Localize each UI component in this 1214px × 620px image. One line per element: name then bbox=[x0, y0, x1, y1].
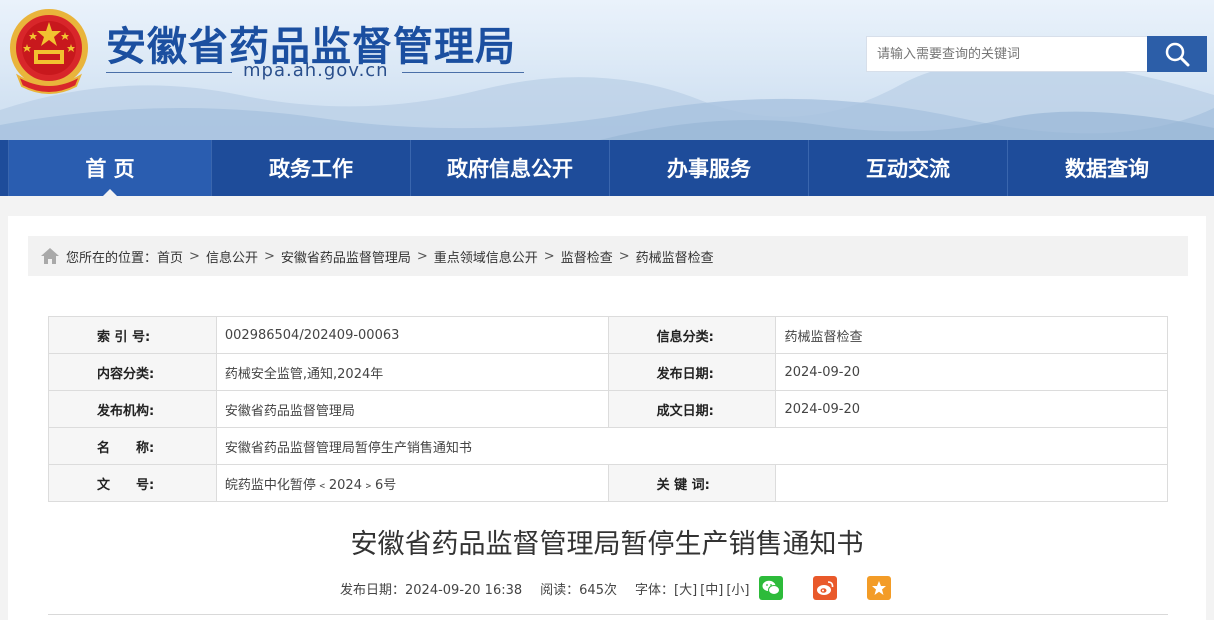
nav-services-label: 办事服务 bbox=[667, 157, 751, 181]
content-category-value: 药械安全监管,通知,2024年 bbox=[215, 353, 609, 391]
breadcrumb-item-home[interactable]: 首页 bbox=[157, 247, 183, 266]
nav-interaction-label: 互动交流 bbox=[866, 157, 950, 181]
breadcrumb-separator: > bbox=[543, 248, 555, 264]
made-date-label: 成文日期: bbox=[607, 390, 777, 428]
article-publish-date: 发布日期：2024-09-20 16:38 bbox=[340, 582, 523, 598]
breadcrumb-item-bureau[interactable]: 安徽省药品监督管理局 bbox=[281, 247, 411, 266]
breadcrumb-item-inspection[interactable]: 监督检查 bbox=[561, 247, 613, 266]
nav-data-query[interactable]: 数据查询 bbox=[1007, 140, 1206, 196]
index-label: 索 引 号: bbox=[48, 316, 217, 354]
domain-line-left bbox=[106, 72, 232, 73]
star-icon bbox=[872, 581, 887, 595]
main-nav: 首 页 政务工作 政府信息公开 办事服务 互动交流 数据查询 bbox=[0, 140, 1214, 196]
nav-home[interactable]: 首 页 bbox=[8, 140, 211, 196]
share-wechat-button[interactable] bbox=[759, 576, 784, 600]
nav-data-query-label: 数据查询 bbox=[1065, 157, 1149, 181]
nav-info-disclosure-label: 政府信息公开 bbox=[447, 157, 573, 181]
wechat-icon bbox=[762, 580, 781, 595]
article-read-count: 阅读：645次 bbox=[540, 582, 617, 598]
doc-name-value: 安徽省药品监督管理局暂停生产销售通知书 bbox=[215, 427, 1169, 465]
nav-government-work[interactable]: 政务工作 bbox=[211, 140, 410, 196]
favorite-button[interactable] bbox=[867, 576, 892, 600]
article-info-bar: 发布日期：2024-09-20 16:38 阅读：645次 字体： [大] [中… bbox=[340, 574, 909, 602]
breadcrumb: 您所在的位置： 首页 > 信息公开 > 安徽省药品监督管理局 > 重点领域信息公… bbox=[28, 236, 1188, 276]
search-button[interactable] bbox=[1147, 36, 1207, 72]
content-category-label: 内容分类: bbox=[48, 353, 217, 391]
breadcrumb-prefix: 您所在的位置： bbox=[66, 250, 158, 266]
made-date-value: 2024-09-20 bbox=[775, 390, 1168, 428]
breadcrumb-separator: > bbox=[263, 248, 275, 264]
font-medium-button[interactable]: [中] bbox=[700, 579, 723, 598]
doc-name-label: 名 称: bbox=[48, 427, 217, 465]
index-value: 002986504/202409-00063 bbox=[215, 316, 609, 354]
table-row: 索 引 号: 002986504/202409-00063 信息分类: 药械监督… bbox=[48, 316, 1168, 354]
nav-services[interactable]: 办事服务 bbox=[609, 140, 808, 196]
keywords-label: 关 键 词: bbox=[607, 464, 777, 502]
font-small-button[interactable]: [小] bbox=[726, 579, 749, 598]
keywords-value bbox=[775, 464, 1168, 502]
font-size-label: 字体： bbox=[634, 582, 674, 598]
nav-government-work-label: 政务工作 bbox=[269, 157, 353, 181]
site-domain: mpa.ah.gov.cn bbox=[243, 60, 389, 81]
org-label: 发布机构: bbox=[48, 390, 217, 428]
table-row: 发布机构: 安徽省药品监督管理局 成文日期: 2024-09-20 bbox=[48, 390, 1168, 428]
font-large-button[interactable]: [大] bbox=[674, 579, 697, 598]
table-row: 名 称: 安徽省药品监督管理局暂停生产销售通知书 bbox=[48, 427, 1169, 465]
breadcrumb-item-drug-device[interactable]: 药械监督检查 bbox=[636, 247, 714, 266]
article-title: 安徽省药品监督管理局暂停生产销售通知书 bbox=[350, 529, 864, 560]
main-content: 您所在的位置： 首页 > 信息公开 > 安徽省药品监督管理局 > 重点领域信息公… bbox=[8, 216, 1206, 620]
domain-line-right bbox=[402, 72, 524, 73]
table-row: 内容分类: 药械安全监管,通知,2024年 发布日期: 2024-09-20 bbox=[48, 353, 1168, 391]
doc-number-value: 皖药监中化暂停﹤2024﹥6号 bbox=[215, 464, 609, 502]
org-value: 安徽省药品监督管理局 bbox=[215, 390, 609, 428]
nav-active-indicator bbox=[103, 189, 117, 196]
publish-date-label: 发布日期: bbox=[607, 353, 777, 391]
category-value: 药械监督检查 bbox=[775, 316, 1168, 354]
breadcrumb-separator: > bbox=[416, 248, 428, 264]
document-meta-table: 索 引 号: 002986504/202409-00063 信息分类: 药械监督… bbox=[48, 316, 1169, 502]
nav-info-disclosure[interactable]: 政府信息公开 bbox=[410, 140, 609, 196]
publish-date-value: 2024-09-20 bbox=[775, 353, 1168, 391]
national-emblem-icon[interactable] bbox=[6, 6, 92, 94]
breadcrumb-item-info[interactable]: 信息公开 bbox=[206, 247, 258, 266]
breadcrumb-item-key-areas[interactable]: 重点领域信息公开 bbox=[434, 247, 538, 266]
doc-number-label: 文 号: bbox=[48, 464, 217, 502]
content-divider bbox=[48, 614, 1168, 615]
home-icon bbox=[41, 248, 59, 264]
share-weibo-button[interactable] bbox=[813, 576, 838, 600]
breadcrumb-separator: > bbox=[618, 248, 630, 264]
site-header: 安徽省药品监督管理局 mpa.ah.gov.cn bbox=[0, 0, 1214, 140]
search-icon bbox=[1165, 42, 1190, 67]
category-label: 信息分类: bbox=[607, 316, 777, 354]
nav-interaction[interactable]: 互动交流 bbox=[808, 140, 1007, 196]
table-row: 文 号: 皖药监中化暂停﹤2024﹥6号 关 键 词: bbox=[48, 464, 1168, 502]
breadcrumb-separator: > bbox=[189, 248, 200, 264]
nav-home-label: 首 页 bbox=[85, 157, 135, 181]
weibo-icon bbox=[817, 581, 834, 595]
search-input[interactable] bbox=[866, 36, 1148, 72]
